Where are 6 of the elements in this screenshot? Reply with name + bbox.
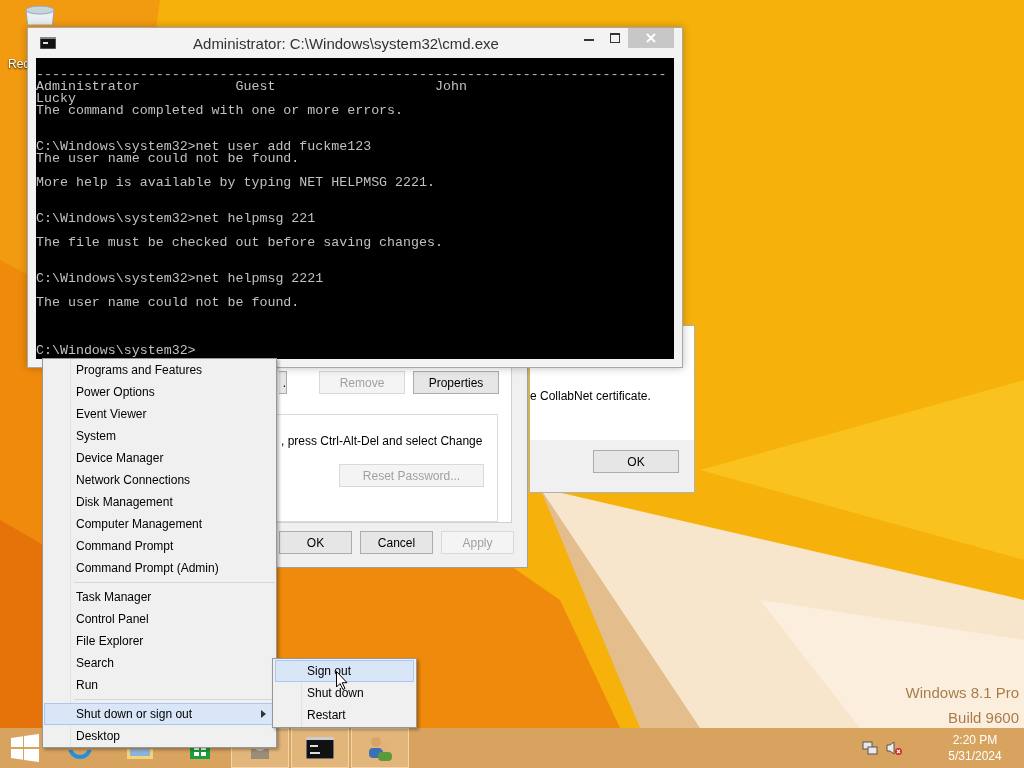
dialog-message: e CollabNet certificate. [530,389,651,403]
window-title: Administrator: C:\Windows\system32\cmd.exe [192,34,500,52]
console-output: ------------------------------------------------------------------------------- Administrator Guest John Lucky The command completed with one or more errors. C:\Windows\system32>net user add fuckme123 The user name could not be found. More help is available by typing NET HELPMSG 2221. C:\Windows\system32>net helpmsg 221 The file must be checked out before saving changes. C:\Windows\system32>net helpmsg 2221 The user name could not be found. C:\Windows\system32> [36,69,667,357]
edition-watermark: Windows 8.1 Pro [905,683,1019,703]
instruction-text: , press Ctrl-Alt-Del and select Change [281,434,484,448]
edition-watermark: Build 9600 [948,708,1019,728]
